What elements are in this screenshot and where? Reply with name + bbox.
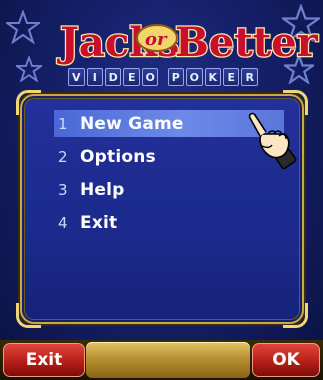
- logo-word-or: or: [145, 29, 168, 50]
- softkey-bar-center: [86, 342, 250, 378]
- logo-subtitle-letter: R: [241, 68, 258, 86]
- menu-item-label: Options: [80, 146, 156, 167]
- logo-subtitle-letter: E: [223, 68, 240, 86]
- menu-item-number: 2: [58, 147, 68, 166]
- ok-softkey-button[interactable]: OK: [252, 343, 320, 377]
- game-screen: Jacks or Better VIDEOPOKER 1 New Game 2 …: [0, 0, 323, 380]
- logo-subtitle-letter: P: [167, 68, 185, 86]
- logo-subtitle-letter: I: [86, 68, 103, 86]
- softkey-bar: Exit OK: [0, 340, 323, 380]
- pointing-hand-icon: [248, 112, 297, 170]
- menu-item-exit[interactable]: 4 Exit: [54, 209, 284, 236]
- menu-item-help[interactable]: 3 Help: [54, 176, 284, 203]
- panel-corner: [16, 303, 41, 328]
- game-logo: Jacks or Better VIDEOPOKER: [0, 4, 323, 94]
- logo-subtitle-letter: D: [104, 68, 122, 86]
- menu-item-number: 3: [58, 180, 68, 199]
- exit-softkey-button[interactable]: Exit: [3, 343, 85, 377]
- panel-corner: [16, 90, 41, 115]
- menu-item-label: New Game: [80, 113, 184, 134]
- panel-corner: [283, 303, 308, 328]
- logo-subtitle-letter: [160, 68, 165, 88]
- menu-item-label: Help: [80, 179, 125, 200]
- logo-subtitle-letter: O: [141, 68, 159, 86]
- logo-word-better: Better: [175, 19, 319, 66]
- logo-subtitle-letter: V: [68, 68, 85, 86]
- menu-item-number: 1: [58, 114, 68, 133]
- menu-item-label: Exit: [80, 212, 118, 233]
- logo-subtitle-letter: K: [204, 68, 221, 86]
- menu-item-number: 4: [58, 213, 68, 232]
- logo-subtitle: VIDEOPOKER: [68, 68, 258, 88]
- logo-subtitle-letter: E: [123, 68, 140, 86]
- logo-subtitle-letter: O: [186, 68, 203, 86]
